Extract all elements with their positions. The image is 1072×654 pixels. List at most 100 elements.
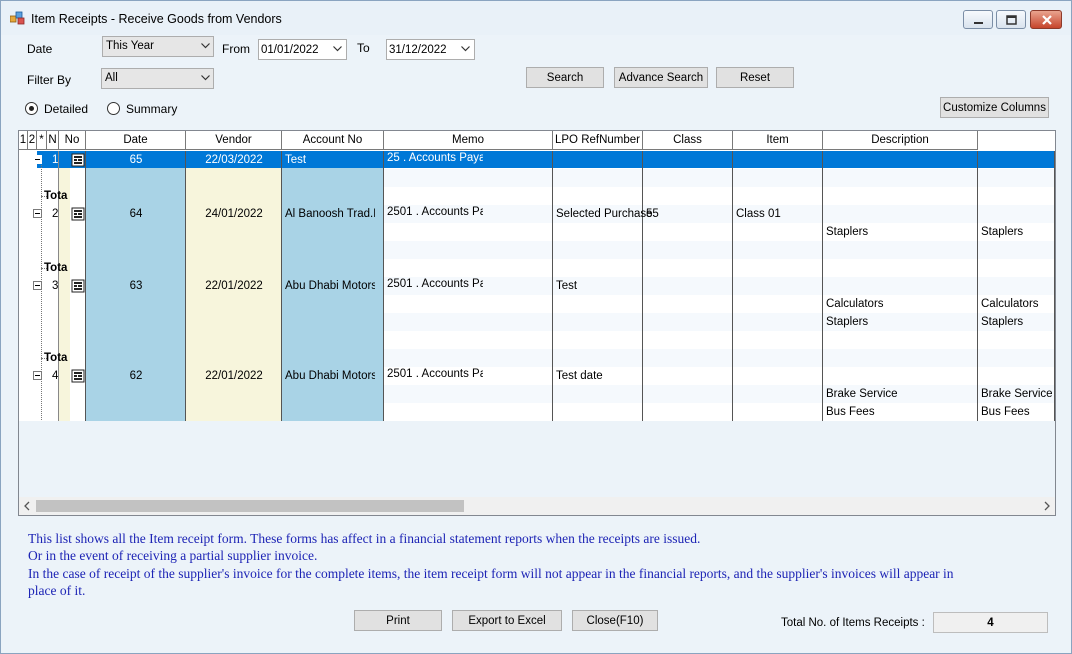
item-description: Calculators [981, 298, 1039, 310]
row-index: 1 [52, 154, 59, 166]
group-total-label: Tota [44, 352, 68, 364]
filter-by-value: All [105, 72, 118, 84]
vendor-name: Abu Dhabi Motors [285, 280, 375, 292]
receipt-no: 63 [129, 280, 143, 292]
column-divider [1054, 151, 1055, 421]
account-no: 2501 . Accounts Payable Local [387, 278, 483, 290]
to-label: To [357, 41, 370, 55]
date-range-select[interactable]: This Year [102, 36, 214, 57]
column-header[interactable]: N [47, 131, 59, 150]
document-icon[interactable] [71, 279, 85, 293]
scroll-left-icon[interactable] [23, 501, 31, 511]
column-header[interactable]: 1 [19, 131, 28, 150]
close-icon [1042, 15, 1052, 25]
receipt-date: 22/01/2022 [205, 280, 263, 292]
column-header[interactable]: 2 [28, 131, 37, 150]
minimize-icon [974, 22, 983, 24]
minimize-button[interactable] [963, 10, 993, 29]
group-total-label: Tota [44, 262, 68, 274]
column-header[interactable]: Class [643, 131, 733, 150]
item-name: Staplers [826, 316, 869, 328]
account-no: 2501 . Accounts Payable Local [387, 368, 483, 380]
chevron-down-icon [201, 75, 210, 81]
group-total-label: Tota [44, 190, 68, 202]
item-description: Staplers [981, 226, 1024, 238]
lpo-ref-number: 55 [646, 208, 659, 220]
account-no: 2501 . Accounts Payable Local [387, 206, 483, 218]
maximize-button[interactable] [996, 10, 1026, 29]
receipt-date: 22/01/2022 [205, 370, 263, 382]
collapse-toggle[interactable] [33, 281, 42, 290]
export-to-excel-button[interactable]: Export to Excel [452, 610, 562, 631]
print-button[interactable]: Print [354, 610, 442, 631]
item-name: Bus Fees [826, 406, 875, 418]
document-icon-svg [71, 369, 85, 383]
scroll-right-icon[interactable] [1043, 501, 1051, 511]
item-description: Brake Service [981, 388, 1053, 400]
item-name: Brake Service [826, 388, 898, 400]
grid-content: 1 2 * N No Date Vendor Account No Memo LPO RefNum… [19, 131, 1055, 421]
item-description: Staplers [981, 316, 1024, 328]
column-divider [732, 151, 733, 421]
close-window-button[interactable] [1030, 10, 1062, 29]
column-header[interactable]: Memo [384, 131, 553, 150]
document-icon-svg [71, 279, 85, 293]
column-divider [822, 151, 823, 421]
column-header[interactable]: Description [823, 131, 978, 150]
item-name: Staplers [826, 226, 869, 238]
window-title: Item Receipts - Receive Goods from Vendo… [31, 12, 282, 26]
filter-by-select[interactable]: All [101, 68, 214, 89]
info-line: place of it. [28, 583, 86, 598]
chevron-down-icon [333, 46, 342, 52]
summary-radio[interactable] [107, 102, 120, 115]
column-header[interactable]: LPO RefNumber [553, 131, 643, 150]
chevron-down-icon [461, 46, 470, 52]
memo: Test date [556, 370, 603, 382]
advance-search-button[interactable]: Advance Search [614, 67, 708, 88]
scrollbar-thumb[interactable] [36, 500, 464, 512]
detailed-label: Detailed [44, 102, 89, 116]
collapse-toggle[interactable] [33, 371, 42, 380]
row-index: 3 [52, 280, 59, 292]
item-receipts-window: Item Receipts - Receive Goods from Vendo… [0, 0, 1072, 654]
receipt-no: 62 [129, 370, 143, 382]
to-date-picker[interactable]: 31/12/2022 [386, 39, 475, 60]
item-description: Bus Fees [981, 406, 1030, 418]
item-receipts-grid[interactable]: 1 2 * N No Date Vendor Account No Memo LPO RefNum… [18, 130, 1056, 516]
app-icon [10, 11, 25, 25]
row-index: 2 [52, 208, 59, 220]
item-name: Calculators [826, 298, 884, 310]
collapse-toggle[interactable] [33, 209, 42, 218]
receipt-date: 22/03/2022 [205, 154, 263, 166]
search-button[interactable]: Search [526, 67, 604, 88]
chevron-down-icon [201, 43, 210, 49]
info-line: Or in the event of receiving a partial s… [28, 548, 318, 563]
receipt-no: 64 [129, 208, 143, 220]
customize-columns-button[interactable]: Customize Columns [940, 97, 1049, 118]
from-date-value: 01/01/2022 [261, 44, 319, 56]
document-icon[interactable] [71, 207, 85, 221]
column-header[interactable]: Vendor [186, 131, 282, 150]
column-header[interactable]: Account No [282, 131, 384, 150]
column-divider [977, 151, 978, 421]
vendor-name: Al Banoosh Trad.Est [285, 208, 375, 220]
document-icon[interactable] [71, 369, 85, 383]
info-line: This list shows all the Item receipt for… [28, 531, 701, 546]
column-divider [552, 151, 553, 421]
memo: Test [556, 280, 578, 292]
column-header[interactable]: Date [86, 131, 186, 150]
total-receipts-value: 4 [933, 612, 1048, 633]
detailed-radio[interactable] [25, 102, 38, 115]
column-header[interactable]: No [59, 131, 86, 150]
column-header[interactable]: * [37, 131, 47, 150]
reset-button[interactable]: Reset [716, 67, 794, 88]
close-button[interactable]: Close(F10) [572, 610, 658, 631]
summary-label: Summary [126, 102, 178, 116]
collapse-toggle[interactable] [33, 155, 42, 164]
horizontal-scrollbar[interactable] [19, 497, 1055, 515]
from-label: From [222, 42, 250, 56]
from-date-picker[interactable]: 01/01/2022 [258, 39, 347, 60]
column-divider [383, 151, 384, 421]
document-icon[interactable] [71, 153, 85, 167]
column-header[interactable]: Item [733, 131, 823, 150]
